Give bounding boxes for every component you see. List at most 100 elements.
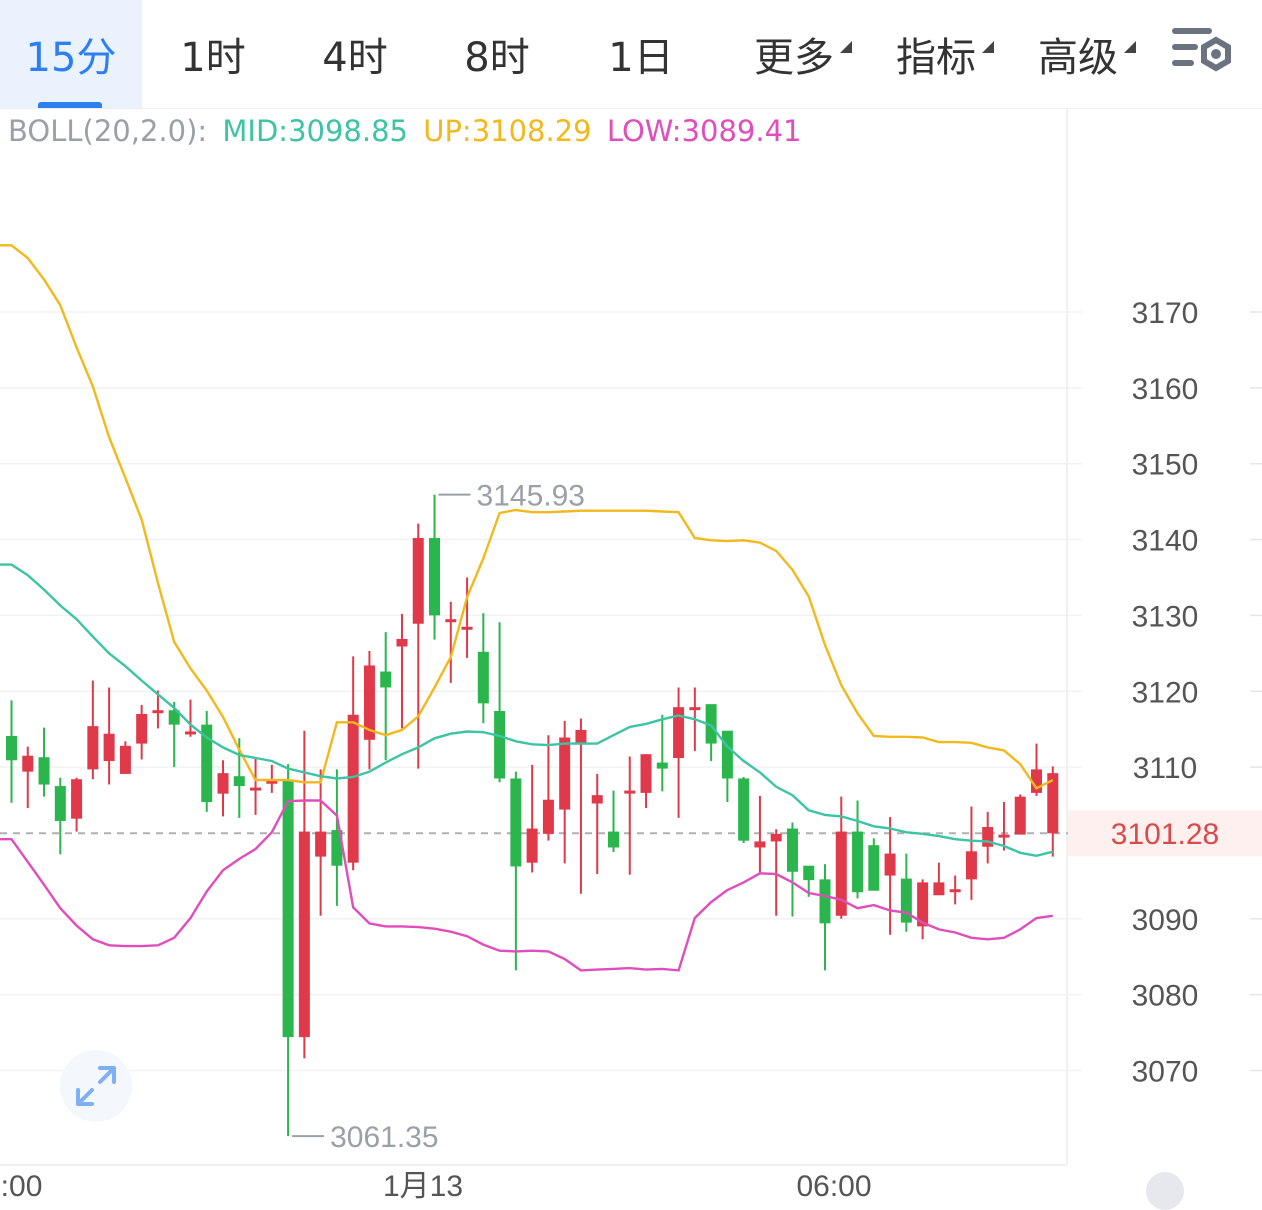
candle-body [380,671,392,688]
candle-body [103,733,115,762]
candle-body [250,787,262,791]
candle-body [347,714,359,863]
tab-1hour-label: 1时 [180,35,246,81]
candle-body [770,833,782,842]
time-label-jan13: 1月13 [383,1170,463,1202]
candle-body [233,776,245,787]
price-axis-label: 3140 [1132,525,1199,558]
tab-indicators-label: 指标 [896,35,976,81]
tab-4hour[interactable]: 4时 [284,0,426,108]
low-price-label: 3061.35 [330,1121,438,1154]
tab-more-label: 更多 [754,35,834,81]
candle-body [819,879,831,924]
candle-body [933,882,945,896]
candle-body [152,710,164,714]
high-price-label: 3145.93 [477,480,585,513]
tab-4hour-label: 4时 [322,35,388,81]
tab-more-dropdown[interactable]: 更多 [724,0,864,108]
price-axis-label: 3170 [1132,297,1199,330]
candle-body [412,538,424,624]
price-axis-label: 3160 [1132,373,1199,406]
candle-body [542,799,554,834]
price-axis-labels: 3170 3160 3150 3140 3130 3120 3110 3090 3080 3070 [1132,297,1199,1089]
candle-body [982,827,994,847]
tab-1day[interactable]: 1日 [570,0,712,108]
tab-indicators-dropdown[interactable]: 指标 [866,0,1006,108]
candle-body [754,841,766,848]
candle-body [835,831,847,916]
candle-body [949,889,961,893]
dropdown-caret-icon [982,41,994,53]
tab-advanced-label: 高级 [1038,35,1118,81]
tab-advanced-dropdown[interactable]: 高级 [1008,0,1148,108]
candle-body [852,831,864,893]
candle-body [868,845,880,891]
candle-body [510,778,522,867]
price-axis-label: 3080 [1132,980,1199,1013]
candle-body [884,853,896,876]
candle-body [640,754,652,793]
tab-8hour[interactable]: 8时 [426,0,568,108]
candle-body [136,714,148,744]
last-price-label: 3101.28 [1111,818,1219,851]
time-label-0600: 06:00 [796,1170,871,1202]
candle-body [624,790,636,794]
kline-chart[interactable]: 3101.28 3145.93 3061.35 3170 3160 3150 3140… [0,108,1262,1202]
candle-body [87,726,99,770]
candle-body [477,651,489,704]
candle-body [526,828,538,863]
candle-body [429,538,441,616]
candle-body [119,745,131,774]
interval-tab-bar: 15分 1时 4时 8时 1日 更多 指标 高级 [0,0,1262,109]
dropdown-caret-icon [840,41,852,53]
expand-arrows-icon [76,1066,116,1106]
time-label-0300: 3:00 [0,1170,42,1202]
price-axis-label: 3120 [1132,676,1199,709]
candle-body [591,795,603,804]
candle-body [217,773,229,794]
candle-body [445,619,457,623]
candle-body [559,737,571,810]
candle-body [461,626,473,630]
tab-15min[interactable]: 15分 [0,0,142,108]
tab-8hour-label: 8时 [464,35,530,81]
price-axis-label: 3130 [1132,600,1199,633]
brand-logo-icon [1146,1172,1184,1210]
candle-body [803,865,815,881]
price-axis-label: 3070 [1132,1056,1199,1089]
candle-body [315,831,327,857]
candle-body [298,831,310,1038]
candle-body [998,834,1010,838]
candle-body [607,831,619,848]
candle-body [738,778,750,841]
candle-body [575,729,587,743]
tab-15min-label: 15分 [25,35,117,81]
candle-body [965,851,977,880]
boll-lower-line [0,799,1053,972]
candle-body [184,731,196,735]
price-axis-label: 3090 [1132,904,1199,937]
candle-body [266,780,278,784]
tab-1day-label: 1日 [608,35,674,81]
candle-body [38,757,50,785]
dropdown-caret-icon [1124,41,1136,53]
candle-body [1014,796,1026,835]
candlestick-series [6,494,1059,1137]
candle-body [71,779,83,819]
candle-body [6,736,17,761]
chart-settings-icon [1172,28,1231,72]
fullscreen-button[interactable] [60,1050,132,1122]
price-axis-label: 3150 [1132,449,1199,482]
candle-body [22,755,34,772]
price-axis-label: 3110 [1133,752,1198,785]
candle-body [721,730,733,779]
candle-body [656,762,668,769]
candle-body [494,710,506,779]
tab-1hour[interactable]: 1时 [142,0,284,108]
candle-body [396,638,408,647]
candle-body [54,786,66,821]
candle-body [689,707,701,711]
chart-settings-button[interactable] [1170,22,1236,82]
candle-body [282,779,294,1038]
candle-body [786,828,798,872]
